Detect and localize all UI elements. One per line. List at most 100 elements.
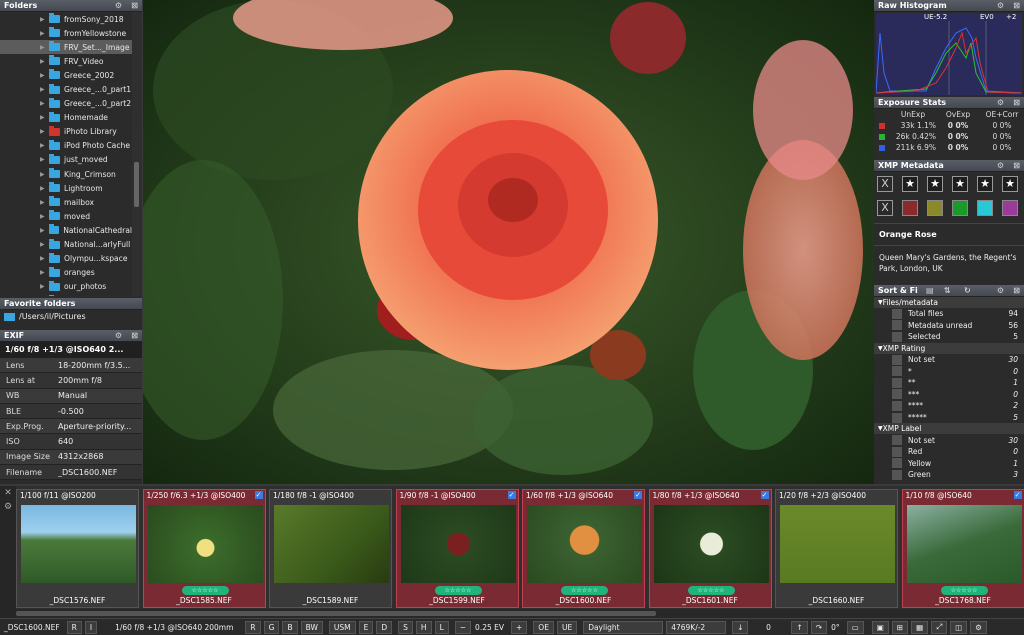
gear-icon[interactable]: ⚙ xyxy=(115,331,122,340)
folder-item[interactable]: ▶ Olympu...kspace xyxy=(0,252,132,266)
xmp-description-field[interactable]: Queen Mary's Gardens, the Regent's Park,… xyxy=(874,249,1024,277)
rating-star-5[interactable]: ★ xyxy=(1002,176,1018,192)
checkbox-icon[interactable]: ✓ xyxy=(507,491,516,499)
filter-checkbox[interactable] xyxy=(892,320,902,331)
close-icon[interactable]: ⊠ xyxy=(1013,286,1020,295)
chevron-right-icon[interactable]: ▶ xyxy=(40,269,49,276)
filter-checkbox[interactable] xyxy=(892,308,902,319)
usm-button[interactable]: USM xyxy=(328,620,356,634)
layout-grid-icon[interactable]: ⊞ xyxy=(891,620,909,634)
channel-g-button[interactable]: G xyxy=(263,620,280,634)
folder-item[interactable]: ▶ just_moved xyxy=(0,153,132,167)
chevron-right-icon[interactable]: ▶ xyxy=(40,255,49,262)
folder-scrollbar-thumb[interactable] xyxy=(134,162,139,207)
folder-item[interactable]: ▶ Greece_...0_part2 xyxy=(0,97,132,111)
fit-icon[interactable]: ▭ xyxy=(846,620,864,634)
compare-icon[interactable]: ◫ xyxy=(950,620,968,634)
sort-row[interactable]: Total files 94 xyxy=(874,308,1024,320)
folder-item[interactable]: ▶ iPhoto Library xyxy=(0,125,132,139)
ue-button[interactable]: UE xyxy=(556,620,578,634)
chevron-right-icon[interactable]: ▶ xyxy=(40,72,49,79)
e-button[interactable]: E xyxy=(358,620,374,634)
chevron-right-icon[interactable]: ▶ xyxy=(40,58,49,65)
document-icon[interactable]: ▤ xyxy=(926,286,934,295)
raw-button[interactable]: R xyxy=(66,620,82,634)
channel-b-button[interactable]: B xyxy=(282,620,298,634)
folder-item[interactable]: ▶ FRV_Set..._Image xyxy=(0,40,132,55)
thumbnail[interactable]: 1/180 f/8 -1 @ISO400 _DSC1589.NEF xyxy=(269,489,392,608)
filter-checkbox[interactable] xyxy=(892,366,902,377)
sort-row[interactable]: **** 2 xyxy=(874,400,1024,412)
thumbnail[interactable]: 1/60 f/8 +1/3 @ISO640 ✓ ☆☆☆☆☆ _DSC1600.NEF xyxy=(522,489,645,608)
folder-scrollbar[interactable] xyxy=(132,12,142,296)
chevron-right-icon[interactable]: ▶ xyxy=(40,241,49,248)
chevron-right-icon[interactable]: ▶ xyxy=(40,185,49,192)
close-icon[interactable]: ⊠ xyxy=(1013,1,1020,10)
checkbox-icon[interactable]: ✓ xyxy=(760,491,769,499)
rating-star-4[interactable]: ★ xyxy=(977,176,993,192)
folder-item[interactable]: ▶ Homemade xyxy=(0,111,132,125)
info-button[interactable]: I xyxy=(84,620,98,634)
arrow-down-icon[interactable]: ↓ xyxy=(732,620,749,634)
folder-item[interactable]: ▶ Greece_...0_part1 xyxy=(0,82,132,96)
gear-icon[interactable]: ⚙ xyxy=(997,1,1004,10)
sort-icon[interactable]: ⇅ xyxy=(944,286,951,295)
filmstrip-scrollbar[interactable] xyxy=(16,609,1024,618)
color-label-3[interactable] xyxy=(952,200,968,216)
favorite-item[interactable]: /Users/il/Pictures xyxy=(0,310,142,323)
filter-checkbox[interactable] xyxy=(892,331,902,342)
thumbnail[interactable]: 1/80 f/8 +1/3 @ISO640 ✓ ☆☆☆☆☆ _DSC1601.NEF xyxy=(648,489,772,608)
thumbnail[interactable]: 1/20 f/8 +2/3 @ISO400 _DSC1660.NEF xyxy=(775,489,898,608)
sort-row[interactable]: ***** 5 xyxy=(874,412,1024,424)
folder-item[interactable]: ▶ Lightroom xyxy=(0,181,132,195)
filter-checkbox[interactable] xyxy=(892,400,902,411)
filter-checkbox[interactable] xyxy=(892,412,902,423)
xmp-title-field[interactable]: Orange Rose xyxy=(874,227,1024,242)
image-preview[interactable] xyxy=(143,0,874,484)
chevron-right-icon[interactable]: ▶ xyxy=(40,114,49,121)
chevron-right-icon[interactable]: ▶ xyxy=(40,128,49,135)
folder-item[interactable]: ▶ fromSony_2018 xyxy=(0,12,132,26)
color-label-1[interactable] xyxy=(902,200,918,216)
filter-checkbox[interactable] xyxy=(892,446,902,457)
channel-r-button[interactable]: R xyxy=(245,620,261,634)
folder-item[interactable]: ▶ our_photos xyxy=(0,280,132,294)
chevron-right-icon[interactable]: ▶ xyxy=(40,227,49,234)
checkbox-icon[interactable]: ✓ xyxy=(1013,491,1022,499)
rating-star-1[interactable]: ★ xyxy=(902,176,918,192)
checkbox-icon[interactable]: ✓ xyxy=(634,491,642,499)
thumbnail[interactable]: 1/90 f/8 -1 @ISO400 ✓ ☆☆☆☆☆ _DSC1599.NEF xyxy=(395,489,519,608)
arrow-up-icon[interactable]: ↑ xyxy=(791,620,808,634)
filmstrip-scrollbar-thumb[interactable] xyxy=(16,611,656,616)
sort-row[interactable]: ** 1 xyxy=(874,377,1024,389)
folder-item[interactable]: ▶ mailbox xyxy=(0,195,132,209)
channel-bw-button[interactable]: BW xyxy=(300,620,323,634)
sort-row[interactable]: Not set 30 xyxy=(874,354,1024,366)
chevron-right-icon[interactable]: ▶ xyxy=(40,156,49,163)
close-icon[interactable]: ⊠ xyxy=(1013,161,1020,170)
folder-item[interactable]: ▶ King_Crimson xyxy=(0,167,132,181)
close-icon[interactable]: ⊠ xyxy=(131,1,138,10)
layout-multi-icon[interactable]: ▦ xyxy=(911,620,929,634)
thumbnail[interactable]: 1/250 f/6.3 +1/3 @ISO400 ✓ ☆☆☆☆☆ _DSC1585.N… xyxy=(142,489,266,608)
filter-checkbox[interactable] xyxy=(892,458,902,469)
fullscreen-icon[interactable]: ⤢ xyxy=(931,620,948,634)
folder-item[interactable]: ▶ oranges xyxy=(0,266,132,280)
folder-item[interactable]: ▶ moved xyxy=(0,209,132,223)
h-button[interactable]: H xyxy=(415,620,432,634)
rotate-icon[interactable]: ↷ xyxy=(810,620,828,634)
thumbnail[interactable]: 1/100 f/11 @ISO200 _DSC1576.NEF xyxy=(16,489,139,608)
folder-item[interactable]: ▶Phocus ...calized xyxy=(0,294,132,296)
chevron-right-icon[interactable]: ▶ xyxy=(40,44,49,51)
sort-row[interactable]: *** 0 xyxy=(874,389,1024,401)
color-label-2[interactable] xyxy=(927,200,943,216)
ev-plus-button[interactable]: + xyxy=(511,620,528,634)
temp-field[interactable]: 4769K/-2 xyxy=(666,620,727,634)
gear-icon[interactable]: ⚙ xyxy=(0,502,16,512)
color-label-4[interactable] xyxy=(977,200,993,216)
filter-checkbox[interactable] xyxy=(892,354,902,365)
sort-row[interactable]: * 0 xyxy=(874,365,1024,377)
sort-section[interactable]: ▼ XMP Rating xyxy=(874,342,1024,354)
sort-row[interactable]: Not set 30 xyxy=(874,434,1024,446)
chevron-right-icon[interactable]: ▶ xyxy=(40,142,49,149)
